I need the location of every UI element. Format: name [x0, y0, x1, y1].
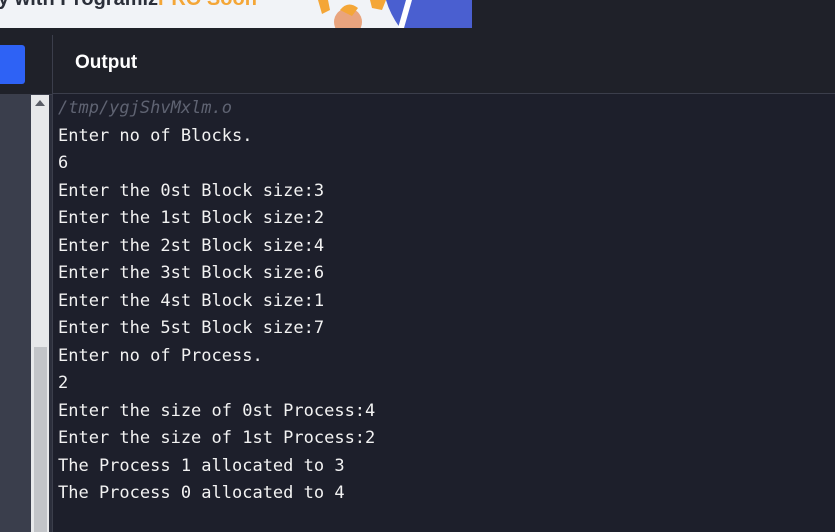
output-line: Enter the size of 0st Process:4: [58, 400, 376, 421]
output-console[interactable]: /tmp/ygjShvMxlm.o Enter no of Blocks. 6 En…: [53, 95, 835, 532]
banner-illustration-icon: [318, 0, 472, 28]
editor-scrollbar[interactable]: [31, 95, 49, 532]
banner-text: y with ProgramizPRO Soon: [0, 0, 257, 11]
output-line: The Process 0 allocated to 4: [58, 483, 345, 503]
line-number-gutter: [0, 95, 31, 532]
output-line: The Process 1 allocated to 3: [58, 455, 345, 476]
output-line: Enter the 3st Block size:6: [58, 263, 325, 283]
run-button[interactable]: [0, 45, 25, 84]
output-path: /tmp/ygjShvMxlm.o: [58, 98, 232, 118]
output-line: 2: [58, 373, 69, 393]
promo-banner[interactable]: y with ProgramizPRO Soon: [0, 0, 472, 28]
editor-header: [0, 35, 52, 95]
output-title: Output: [75, 52, 138, 73]
output-line: Enter the 5st Block size:7: [58, 318, 325, 338]
output-line: Enter the 1st Block size:2: [58, 208, 325, 228]
output-line: Enter the 2st Block size:4: [58, 235, 325, 256]
output-header: Output: [53, 35, 835, 94]
compiler-page: y with ProgramizPRO Soon Output /tmp/y: [0, 0, 835, 532]
output-line: Enter the 4st Block size:1: [58, 290, 325, 311]
output-line: 6: [58, 153, 69, 173]
scrollbar-thumb[interactable]: [34, 347, 47, 532]
editor-column: [0, 35, 53, 532]
output-line: Enter the 0st Block size:3: [58, 180, 325, 201]
scroll-up-arrow-icon[interactable]: [35, 100, 45, 106]
output-line: Enter the size of 1st Process:2: [58, 428, 376, 448]
top-strip: y with ProgramizPRO Soon: [0, 0, 835, 35]
output-line: Enter no of Blocks.: [58, 125, 253, 146]
banner-text-start: y with Programiz: [0, 0, 158, 10]
output-line: Enter no of Process.: [58, 345, 263, 366]
banner-text-accent: PRO Soon: [158, 0, 257, 10]
output-lines: /tmp/ygjShvMxlm.o Enter no of Blocks. 6 En…: [58, 95, 375, 508]
